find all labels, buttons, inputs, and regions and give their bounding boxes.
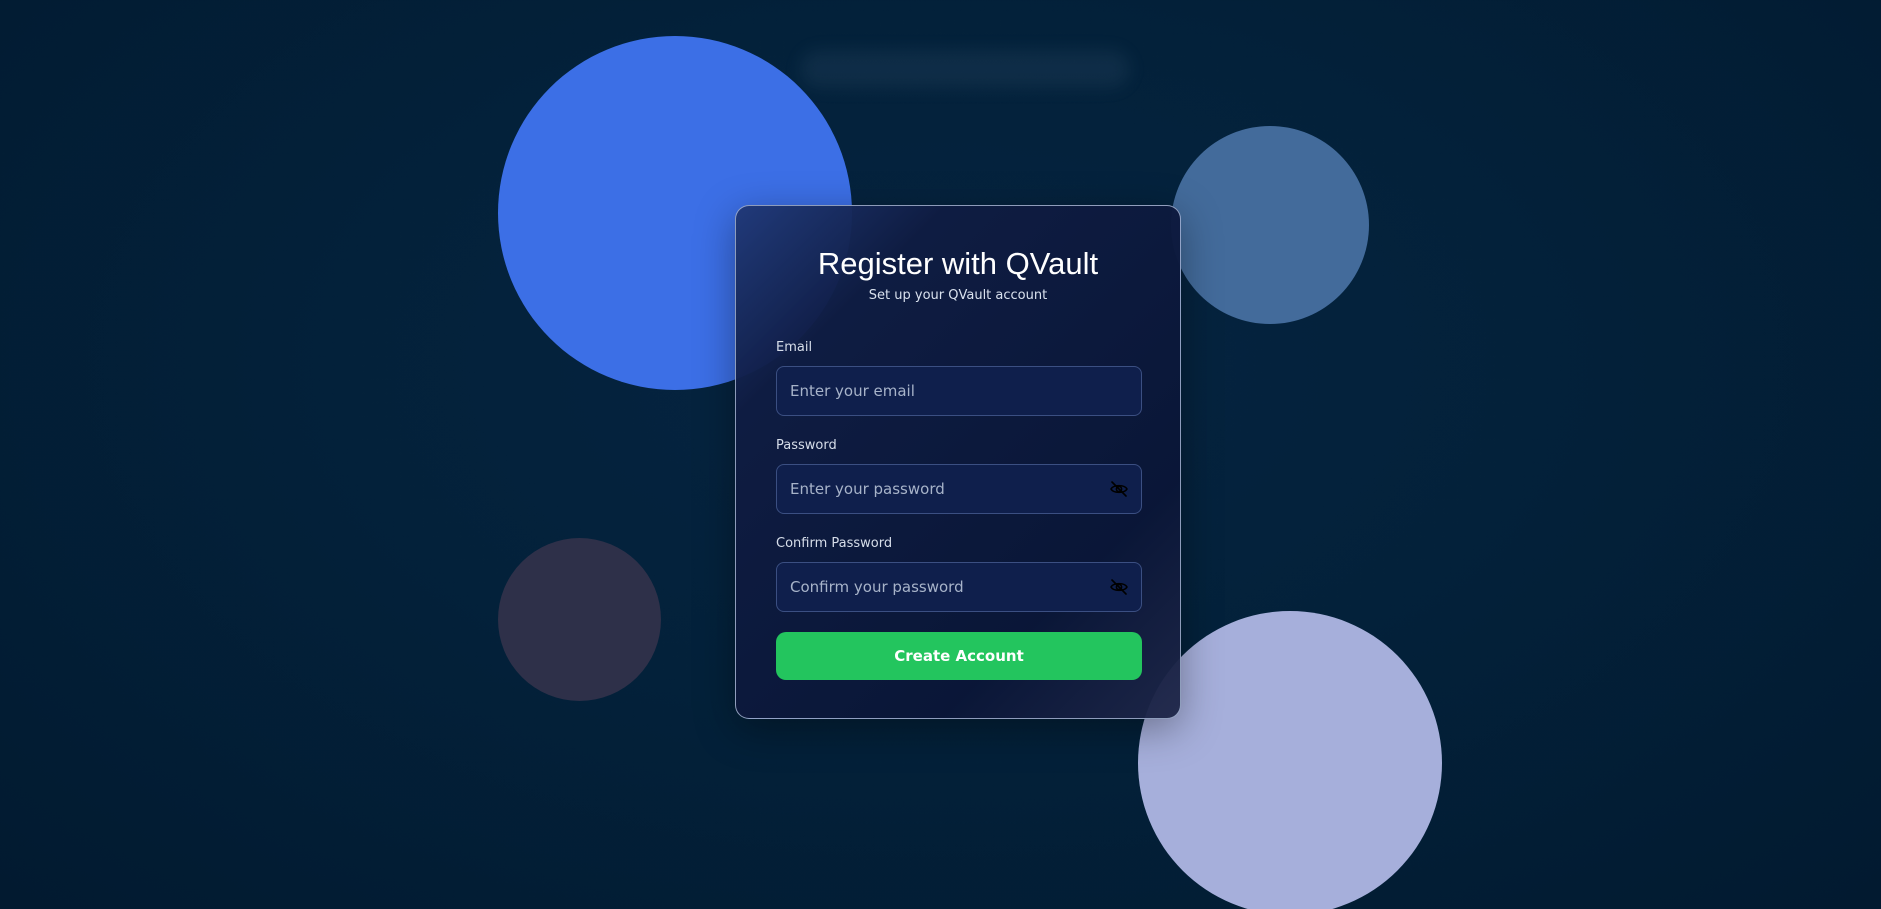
confirm-password-field[interactable] bbox=[777, 563, 1141, 611]
register-card: Register with QVault Set up your QVault … bbox=[735, 205, 1181, 719]
page-title: Register with QVault bbox=[817, 246, 1099, 281]
email-label: Email bbox=[776, 340, 813, 355]
page-subtitle: Set up your QVault account bbox=[868, 288, 1048, 303]
email-field-container bbox=[776, 366, 1142, 416]
create-account-button[interactable]: Create Account bbox=[776, 632, 1142, 680]
email-field[interactable] bbox=[777, 367, 1141, 415]
password-field-container bbox=[776, 464, 1142, 514]
confirm-password-field-container bbox=[776, 562, 1142, 612]
decorative-circle-lavender bbox=[1138, 611, 1442, 909]
confirm-password-label: Confirm Password bbox=[776, 536, 893, 551]
password-label: Password bbox=[776, 438, 837, 453]
decorative-circle-steel bbox=[1171, 126, 1369, 324]
decorative-circle-dark bbox=[498, 538, 661, 701]
blurred-heading bbox=[800, 50, 1130, 88]
eye-off-icon[interactable] bbox=[1109, 577, 1129, 597]
password-field[interactable] bbox=[777, 465, 1141, 513]
eye-off-icon[interactable] bbox=[1109, 479, 1129, 499]
